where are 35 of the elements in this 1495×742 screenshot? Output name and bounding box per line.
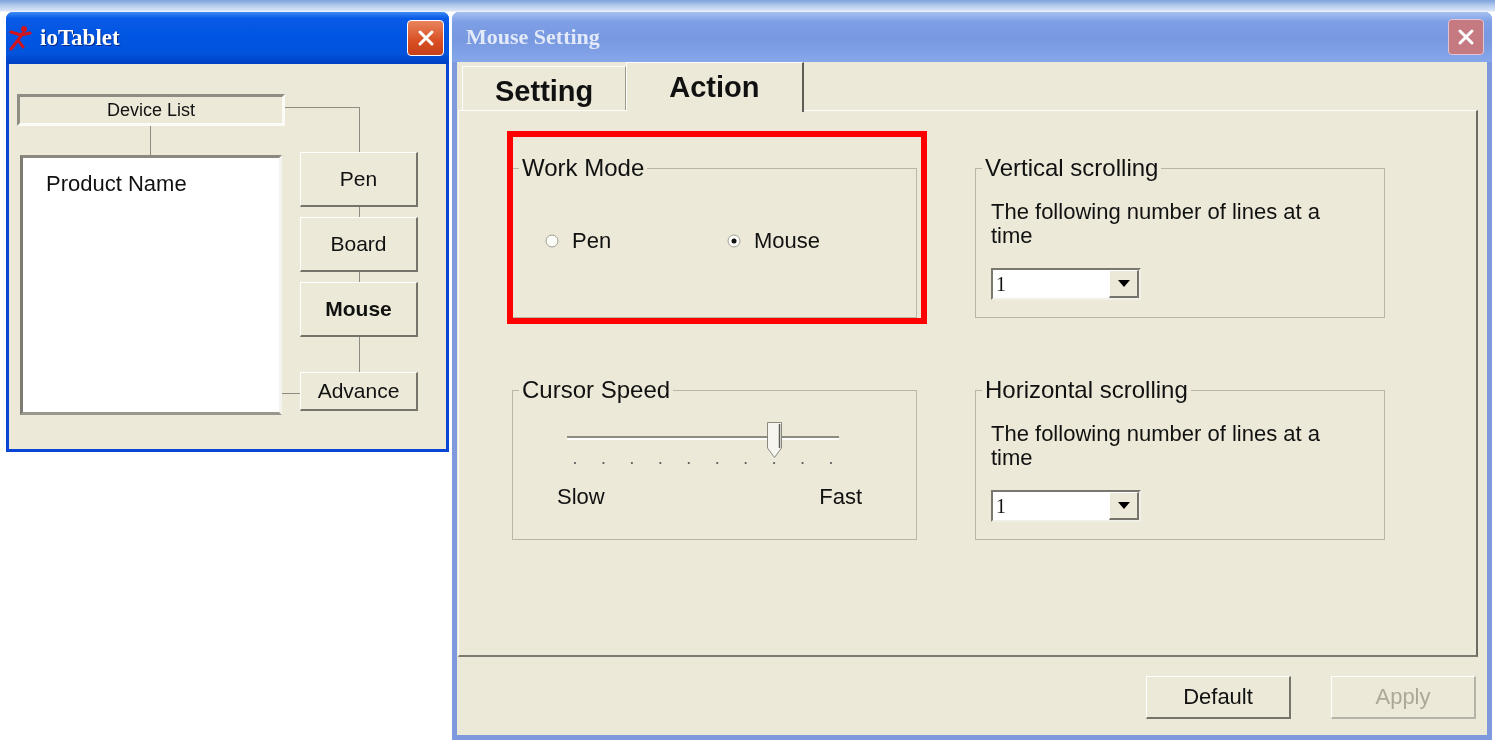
- slider-label: Fast: [819, 484, 862, 510]
- close-icon: [416, 29, 435, 47]
- slider-label: Slow: [557, 484, 605, 510]
- figure-icon: [8, 25, 32, 51]
- caret-icon: [1117, 502, 1130, 509]
- tab[interactable]: Action: [626, 62, 804, 112]
- close-button[interactable]: [1448, 19, 1484, 55]
- window-title: Mouse Setting: [466, 24, 600, 50]
- tab[interactable]: Setting: [462, 66, 627, 110]
- connector-line: [358, 337, 360, 372]
- radio-option[interactable]: Mouse: [727, 228, 909, 254]
- group-title: Horizontal scrolling: [984, 376, 1189, 404]
- group-description: The following number of lines at a time: [991, 200, 1321, 248]
- slider-thumb[interactable]: [767, 422, 783, 458]
- dropdown-button[interactable]: [1109, 492, 1139, 520]
- connector-line: [358, 272, 360, 282]
- lines-dropdown[interactable]: 1: [991, 268, 1141, 300]
- nav-button[interactable]: Pen: [300, 152, 418, 207]
- device-list-item[interactable]: Product Name: [46, 171, 187, 197]
- dialog-button[interactable]: Default: [1146, 676, 1291, 719]
- group-title: Work Mode: [521, 154, 646, 182]
- group-title: Cursor Speed: [521, 376, 672, 404]
- connector-line: [358, 207, 360, 217]
- group-description: The following number of lines at a time: [991, 422, 1321, 470]
- group-title: Vertical scrolling: [984, 154, 1160, 182]
- caret-icon: [1117, 280, 1130, 287]
- lines-dropdown[interactable]: 1: [991, 490, 1141, 522]
- nav-button[interactable]: Advance: [300, 372, 418, 411]
- nav-button[interactable]: Board: [300, 217, 418, 272]
- radio-option[interactable]: Pen: [545, 228, 727, 254]
- dropdown-button[interactable]: [1109, 270, 1139, 298]
- window-title: ioTablet: [40, 25, 120, 51]
- device-list-label: Device List: [17, 94, 285, 126]
- nav-button[interactable]: Mouse: [300, 282, 418, 337]
- close-icon: [1457, 28, 1475, 46]
